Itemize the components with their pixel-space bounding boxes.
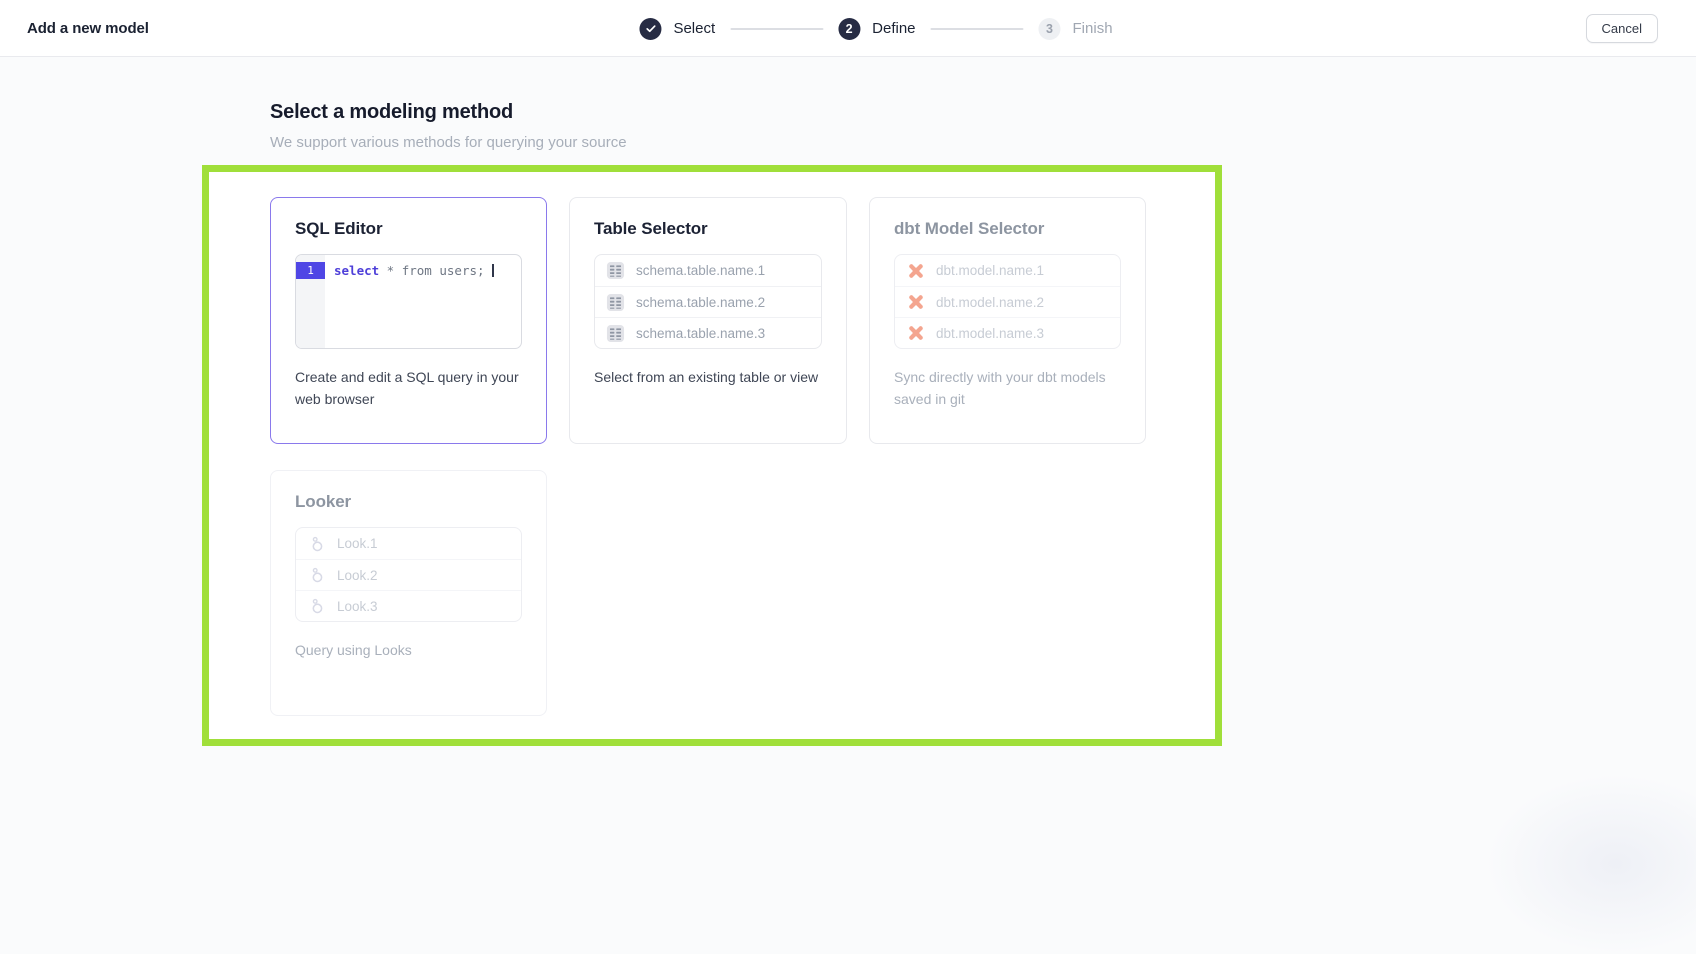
- wizard-header: Add a new model Select 2 Define 3 Finish…: [0, 0, 1696, 57]
- card-description: Create and edit a SQL query in your web …: [295, 366, 522, 411]
- list-item: Look.1: [296, 528, 521, 559]
- step-finish-indicator: 3: [1039, 18, 1061, 40]
- dbt-model-name: dbt.model.name.2: [936, 295, 1044, 310]
- dbt-model-name: dbt.model.name.3: [936, 326, 1044, 341]
- corner-widget-glow: [1486, 774, 1696, 954]
- dbt-model-list: dbt.model.name.1 dbt.model.name.2 dbt.mo…: [894, 254, 1121, 349]
- dbt-logo-icon: [906, 261, 925, 280]
- dbt-logo-icon: [906, 324, 925, 343]
- line-number: 1: [296, 262, 325, 279]
- card-title: Table Selector: [594, 219, 822, 239]
- page-subheading: We support various methods for querying …: [270, 134, 627, 151]
- table-name: schema.table.name.1: [636, 263, 765, 278]
- looker-logo-icon: [307, 534, 326, 553]
- page-heading: Select a modeling method: [270, 101, 513, 124]
- table-list: schema.table.name.1 schema.table.name.2 …: [594, 254, 822, 349]
- sql-code-rest: * from users;: [379, 263, 492, 278]
- list-item: Look.2: [296, 559, 521, 590]
- step-connector: [730, 28, 823, 30]
- table-icon: [606, 261, 625, 280]
- table-name: schema.table.name.2: [636, 295, 765, 310]
- step-define-label: Define: [872, 20, 915, 37]
- table-icon: [606, 324, 625, 343]
- cancel-button[interactable]: Cancel: [1586, 14, 1658, 43]
- table-name: schema.table.name.3: [636, 326, 765, 341]
- dbt-model-name: dbt.model.name.1: [936, 263, 1044, 278]
- editor-code-area: select * from users;: [325, 255, 521, 348]
- list-item: schema.table.name.1: [595, 255, 821, 286]
- sql-keyword: select: [334, 263, 379, 278]
- list-item: schema.table.name.2: [595, 286, 821, 317]
- table-icon: [606, 293, 625, 312]
- list-item: Look.3: [296, 590, 521, 621]
- stepper: Select 2 Define 3 Finish: [639, 0, 1112, 57]
- page-title: Add a new model: [27, 0, 149, 57]
- look-name: Look.1: [337, 536, 378, 551]
- step-define-indicator: 2: [838, 18, 860, 40]
- step-define[interactable]: 2 Define: [838, 18, 915, 40]
- list-item: dbt.model.name.1: [895, 255, 1120, 286]
- step-finish-label: Finish: [1073, 20, 1113, 37]
- looker-logo-icon: [307, 566, 326, 585]
- card-dbt-model-selector: dbt Model Selector dbt.model.name.1 dbt.…: [869, 197, 1146, 444]
- list-item: schema.table.name.3: [595, 317, 821, 348]
- card-description: Sync directly with your dbt models saved…: [894, 366, 1121, 411]
- step-finish: 3 Finish: [1039, 18, 1113, 40]
- text-cursor: [492, 264, 494, 277]
- step-connector: [931, 28, 1024, 30]
- card-title: Looker: [295, 492, 522, 512]
- look-list: Look.1 Look.2 Look.3: [295, 527, 522, 622]
- card-looker: Looker Look.1 Look.2 Look.3 Query using …: [270, 470, 547, 716]
- card-description: Query using Looks: [295, 639, 522, 661]
- look-name: Look.2: [337, 568, 378, 583]
- card-table-selector[interactable]: Table Selector schema.table.name.1 schem…: [569, 197, 847, 444]
- card-description: Select from an existing table or view: [594, 366, 822, 388]
- list-item: dbt.model.name.2: [895, 286, 1120, 317]
- list-item: dbt.model.name.3: [895, 317, 1120, 348]
- dbt-logo-icon: [906, 293, 925, 312]
- look-name: Look.3: [337, 599, 378, 614]
- card-title: SQL Editor: [295, 219, 522, 239]
- sql-editor-preview: 1 select * from users;: [295, 254, 522, 349]
- code-line: select * from users;: [334, 262, 521, 279]
- card-title: dbt Model Selector: [894, 219, 1121, 239]
- step-complete-check-icon: [639, 18, 661, 40]
- editor-gutter: 1: [296, 255, 325, 348]
- looker-logo-icon: [307, 597, 326, 616]
- step-select-label: Select: [673, 20, 715, 37]
- card-sql-editor[interactable]: SQL Editor 1 select * from users; Create…: [270, 197, 547, 444]
- step-select[interactable]: Select: [639, 18, 715, 40]
